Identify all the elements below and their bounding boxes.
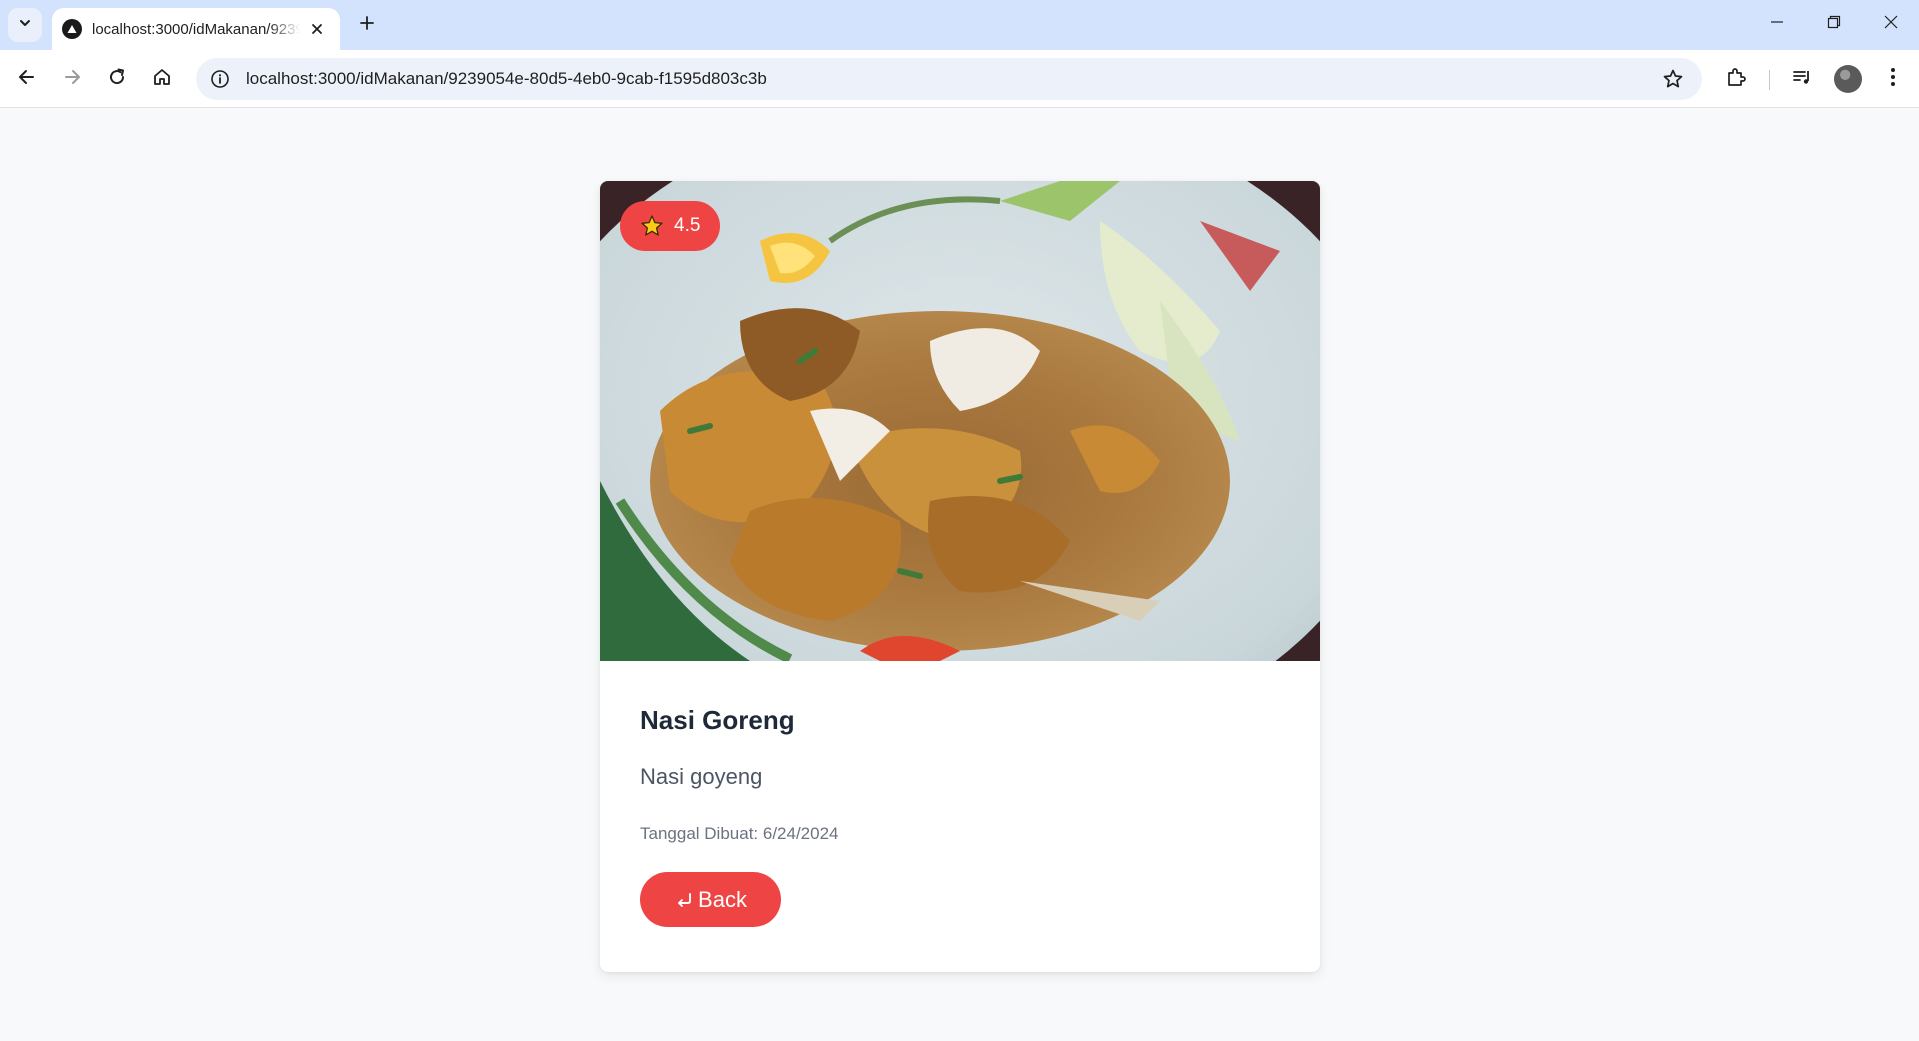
back-button[interactable]: Back (640, 872, 781, 927)
new-tab-button[interactable] (352, 10, 382, 40)
close-icon (1884, 15, 1898, 34)
restore-icon (1827, 15, 1841, 34)
avatar (1834, 65, 1862, 93)
toolbar-divider (1769, 70, 1770, 90)
home-icon (152, 67, 172, 92)
tab-search-button[interactable] (8, 8, 42, 42)
food-description: Nasi goyeng (640, 764, 763, 789)
tab-strip: localhost:3000/idMakanan/9239054e-80d5-4… (0, 0, 1919, 50)
bookmark-star-icon[interactable] (1662, 68, 1684, 90)
address-bar[interactable]: localhost:3000/idMakanan/9239054e-80d5-4… (196, 58, 1702, 100)
more-vert-icon (1890, 67, 1896, 92)
home-button[interactable] (145, 62, 179, 96)
food-image (600, 181, 1320, 661)
media-queue-icon (1791, 66, 1813, 93)
info-icon[interactable] (208, 67, 232, 91)
window-close-button[interactable] (1867, 6, 1915, 42)
reload-button[interactable] (100, 62, 134, 96)
minimize-icon (1770, 15, 1784, 34)
url-text[interactable]: localhost:3000/idMakanan/9239054e-80d5-4… (246, 69, 767, 89)
plus-icon (359, 15, 375, 36)
close-icon[interactable] (306, 18, 328, 40)
profile-button[interactable] (1831, 62, 1865, 96)
forward-nav-button[interactable] (55, 62, 89, 96)
return-arrow-icon (674, 889, 696, 911)
reload-icon (107, 67, 127, 92)
minimize-button[interactable] (1753, 6, 1801, 42)
back-nav-button[interactable] (10, 62, 44, 96)
chevron-down-icon (18, 16, 32, 35)
food-detail-card: 4.5 Nasi Goreng Nasi goyeng Tanggal Dibu… (600, 181, 1320, 972)
page-viewport: 4.5 Nasi Goreng Nasi goyeng Tanggal Dibu… (0, 109, 1919, 1041)
created-date: Tanggal Dibuat: 6/24/2024 (640, 824, 839, 843)
active-tab[interactable]: localhost:3000/idMakanan/9239054e-80d5-4… (52, 8, 340, 50)
star-icon (640, 214, 664, 238)
card-body: Nasi Goreng Nasi goyeng Tanggal Dibuat: … (640, 661, 1280, 927)
media-button[interactable] (1785, 62, 1819, 96)
back-arrow-icon (17, 67, 37, 92)
extensions-button[interactable] (1719, 62, 1753, 96)
restore-button[interactable] (1810, 6, 1858, 42)
back-button-label: Back (698, 886, 747, 912)
forward-arrow-icon (62, 67, 82, 92)
extensions-icon (1725, 66, 1747, 93)
rating-value: 4.5 (674, 215, 701, 236)
menu-button[interactable] (1876, 62, 1910, 96)
tab-title: localhost:3000/idMakanan/9239054e-80d5-4… (92, 20, 300, 38)
rating-badge: 4.5 (620, 201, 721, 251)
app-favicon-icon (62, 19, 82, 39)
browser-toolbar: localhost:3000/idMakanan/9239054e-80d5-4… (0, 50, 1919, 108)
food-title: Nasi Goreng (640, 705, 795, 735)
